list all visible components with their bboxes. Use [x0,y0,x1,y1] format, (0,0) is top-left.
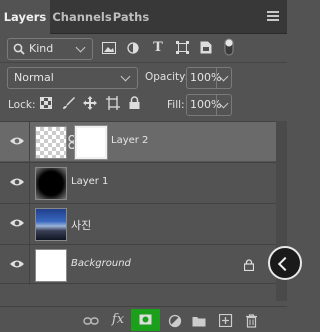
visibility-eye-icon[interactable] [9,258,25,270]
layer-mask-thumbnail[interactable] [75,126,107,159]
visibility-eye-icon[interactable] [9,217,25,229]
opacity-label: Opacity: [145,71,189,83]
layer-locked-icon [244,259,254,271]
chevron-left-icon [277,256,293,272]
delete-icon[interactable] [245,314,261,328]
filter-kind-value: Kind [29,42,54,55]
tab-layers[interactable]: Layers [0,0,50,35]
adjustment-layer-icon[interactable] [168,314,184,328]
add-mask-icon[interactable] [139,314,152,325]
new-group-icon[interactable] [192,315,208,327]
layer-thumbnail[interactable] [35,249,67,282]
adjustment-filter-icon[interactable] [127,42,139,54]
layer-name[interactable]: 사진 [71,217,91,233]
lock-position-icon[interactable] [83,96,97,110]
layer-row-background[interactable]: Background [0,244,276,285]
layer-thumbnail[interactable] [35,126,67,159]
blend-mode-dropdown[interactable]: Normal [7,67,138,89]
smart-object-filter-icon[interactable] [200,41,212,54]
shape-filter-icon[interactable] [176,41,189,54]
link-layers-icon[interactable] [83,316,99,326]
fill-label: Fill: [167,99,185,111]
tab-channels[interactable]: Channels [52,0,112,34]
panel-tab-bar: Layers Channels Paths [0,0,287,35]
image-filter-icon[interactable] [102,42,116,54]
filter-kind-dropdown[interactable]: Kind [7,38,93,60]
layer-name[interactable]: Background [71,258,131,269]
layer-row-layer-2[interactable]: Layer 2 [0,121,276,162]
visibility-eye-icon[interactable] [9,135,25,147]
divider [0,62,287,63]
lock-transparent-pixels-icon[interactable] [40,97,52,109]
layer-thumbnail[interactable] [35,208,67,241]
lock-all-icon[interactable] [129,96,140,109]
layer-thumbnail[interactable] [35,167,67,200]
filter-toggle-icon[interactable] [224,38,234,56]
panel-collapse-handle[interactable] [268,246,302,280]
chevron-down-icon [120,71,131,82]
visibility-eye-icon[interactable] [9,176,25,188]
add-mask-highlight[interactable] [131,309,160,331]
fx-icon[interactable]: fx [110,313,126,327]
lock-label: Lock: [8,99,36,111]
lock-artboard-icon[interactable] [106,96,120,110]
tab-paths[interactable]: Paths [112,0,150,34]
new-layer-icon[interactable] [219,314,235,327]
layer-row-photo[interactable]: 사진 [0,203,276,244]
opacity-field[interactable]: 100% [186,67,232,89]
lock-image-pixels-icon[interactable] [62,96,75,110]
blend-mode-value: Normal [14,71,54,84]
chevron-down-icon [75,42,86,53]
fill-field[interactable]: 100% [186,94,232,116]
type-filter-icon[interactable]: T [151,40,165,56]
layers-bottom-toolbar: fx [0,306,287,332]
layer-name[interactable]: Layer 1 [71,176,108,187]
search-icon [13,43,25,55]
panel-menu-icon[interactable] [267,11,279,21]
layer-name[interactable]: Layer 2 [111,135,148,146]
layer-row-layer-1[interactable]: Layer 1 [0,162,276,203]
